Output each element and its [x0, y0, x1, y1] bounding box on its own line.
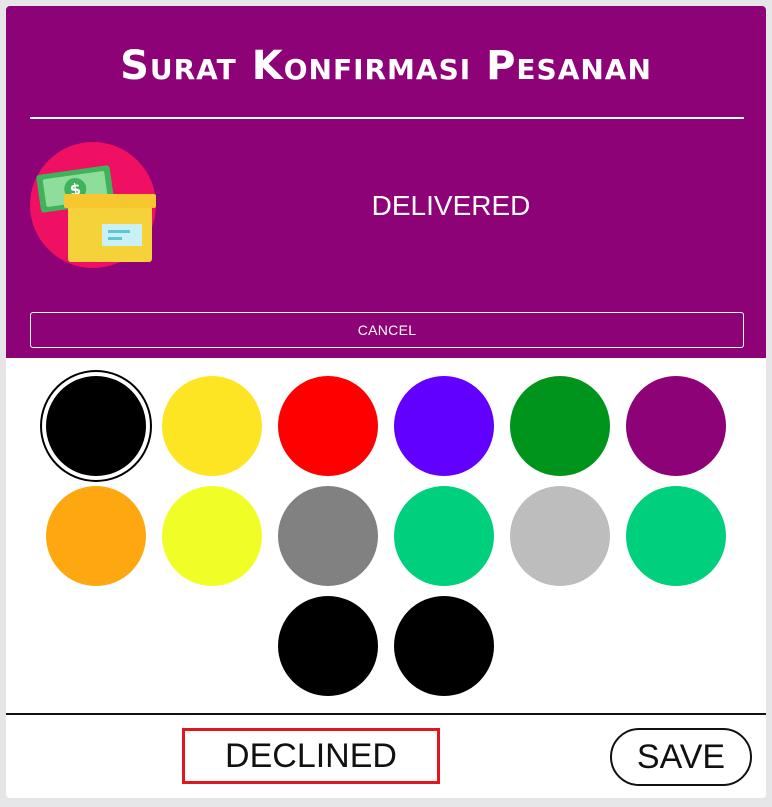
order-confirmation-card: Surat Konfirmasi Pesanan $ DELIVERED CAN…: [6, 6, 766, 798]
header-panel: Surat Konfirmasi Pesanan $ DELIVERED CAN…: [6, 6, 766, 358]
color-swatch[interactable]: [394, 376, 494, 476]
page-title: Surat Konfirmasi Pesanan: [120, 43, 652, 89]
title-divider: [30, 117, 744, 119]
color-swatch[interactable]: [510, 486, 610, 586]
color-swatch[interactable]: [162, 376, 262, 476]
save-button[interactable]: SAVE: [610, 728, 752, 786]
declined-button[interactable]: DECLINED: [182, 728, 440, 784]
color-swatch[interactable]: [626, 486, 726, 586]
color-swatch[interactable]: [278, 376, 378, 476]
color-swatch[interactable]: [46, 486, 146, 586]
order-status: DELIVERED: [371, 190, 531, 221]
footer-divider: [6, 713, 766, 715]
color-swatch[interactable]: [162, 486, 262, 586]
color-swatch[interactable]: [626, 376, 726, 476]
money-package-icon: $: [30, 142, 160, 272]
color-swatch[interactable]: [394, 596, 494, 696]
color-swatch[interactable]: [394, 486, 494, 586]
color-palette: [6, 358, 766, 713]
color-swatch[interactable]: [46, 376, 146, 476]
color-swatch[interactable]: [510, 376, 610, 476]
cancel-button[interactable]: CANCEL: [30, 312, 744, 348]
color-swatch[interactable]: [278, 596, 378, 696]
color-swatch[interactable]: [278, 486, 378, 586]
